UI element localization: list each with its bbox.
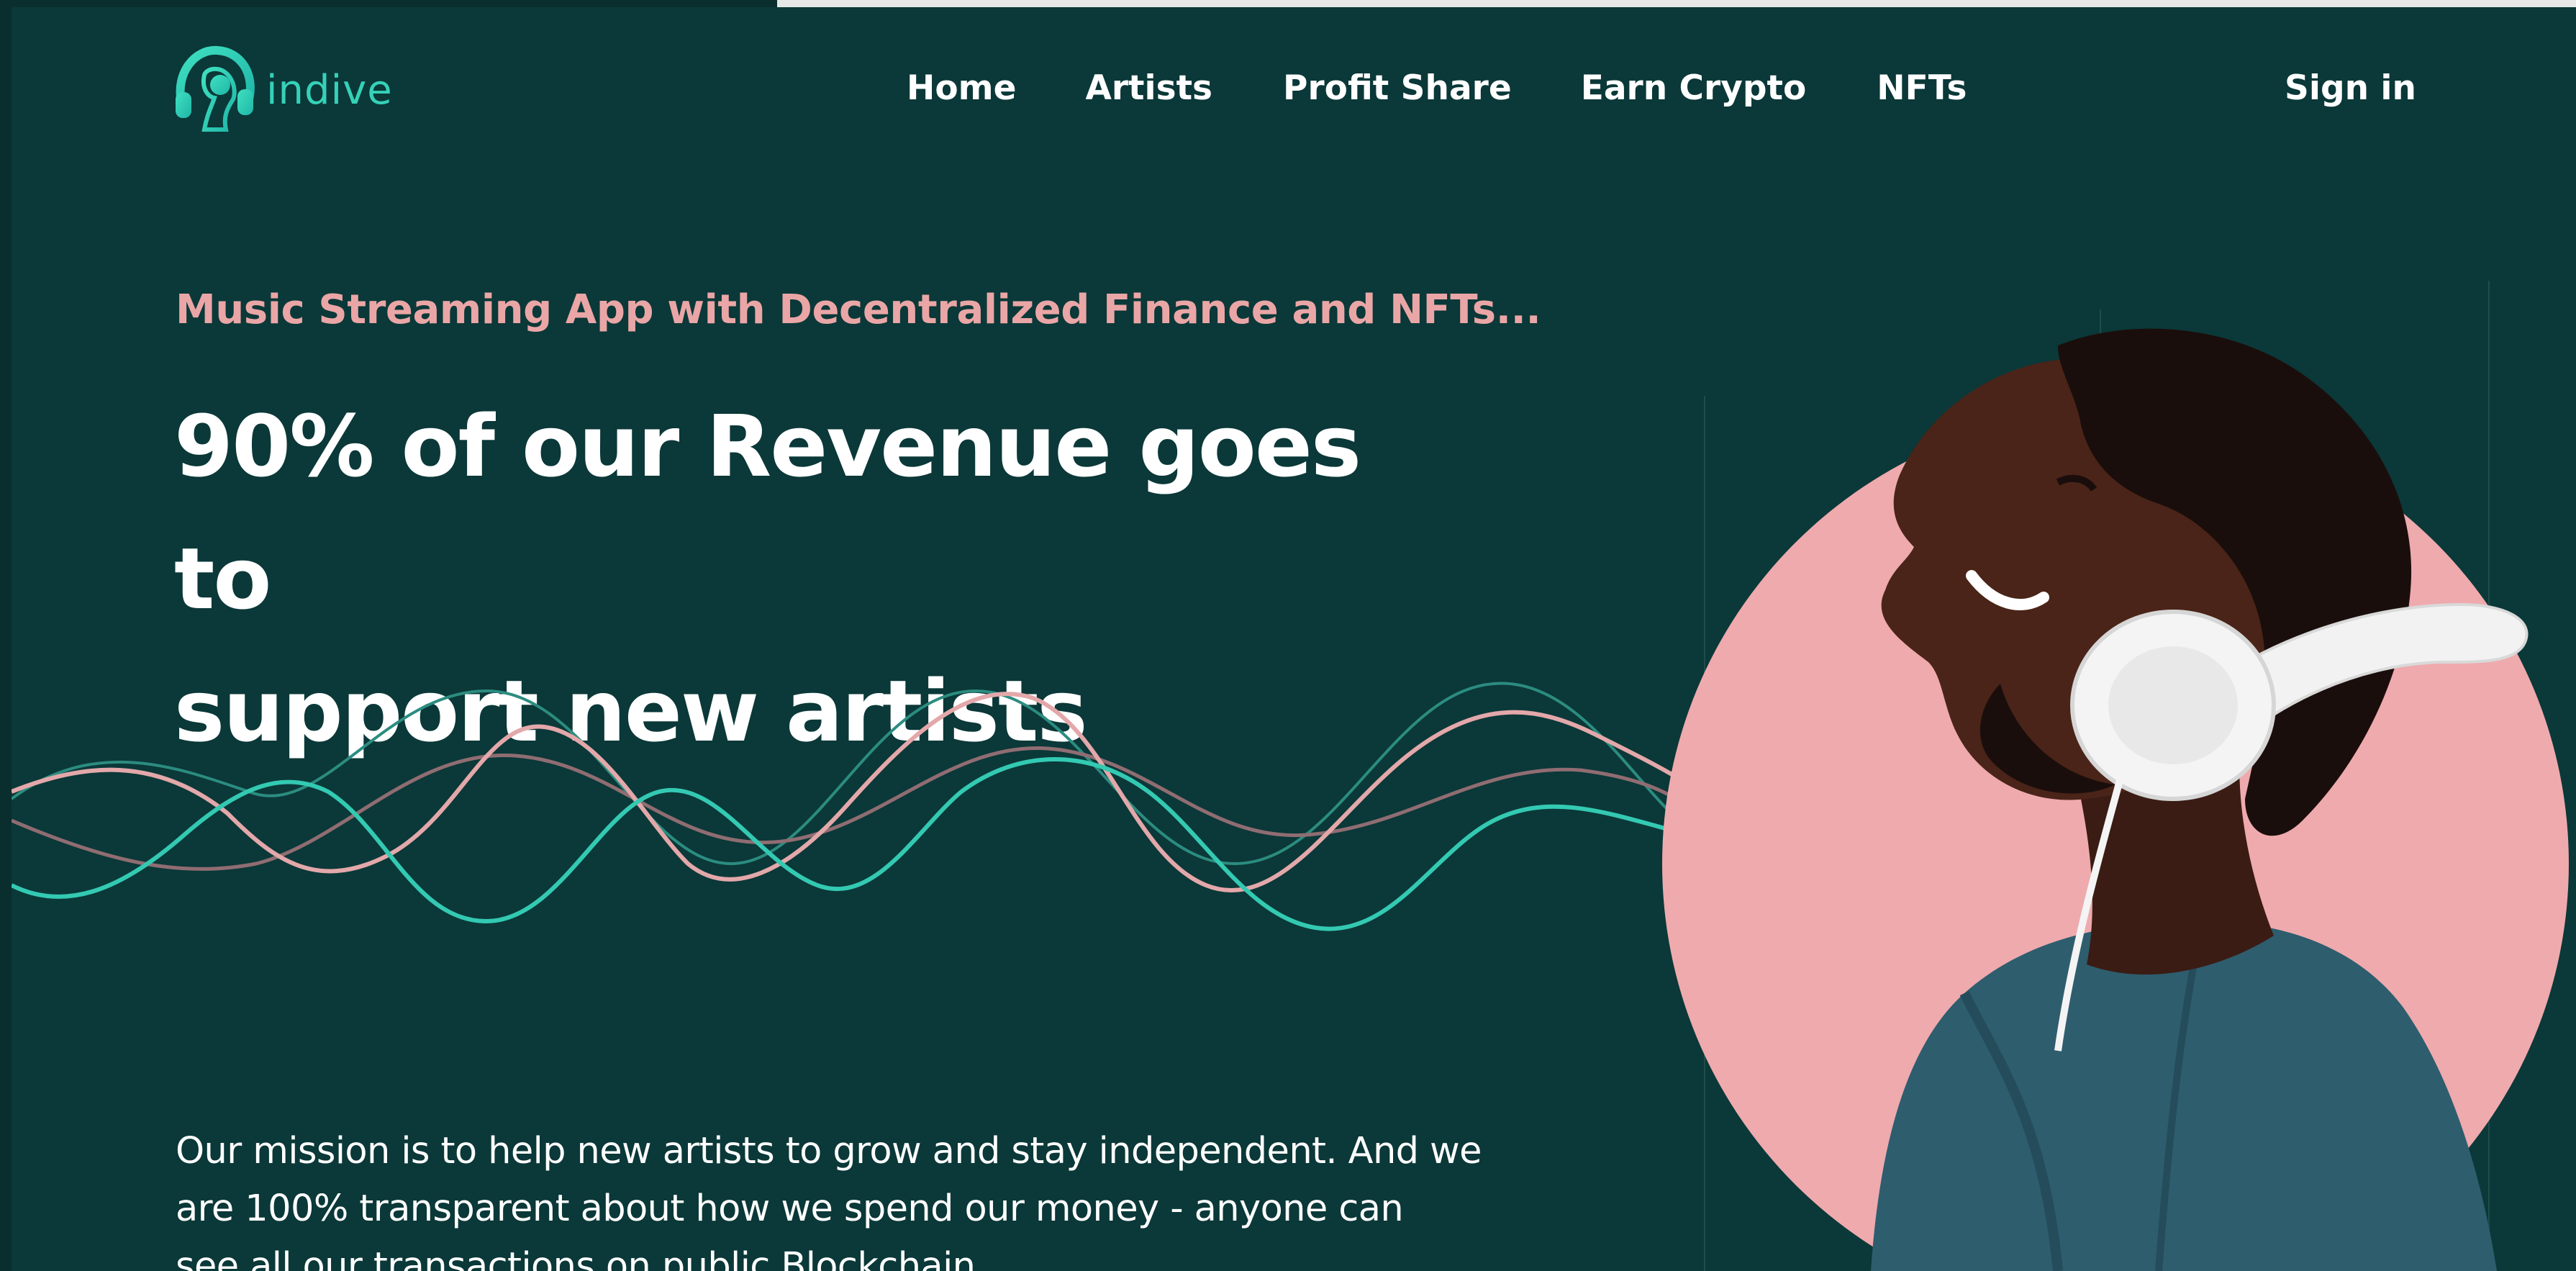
nav-item-artists[interactable]: Artists (1085, 65, 1212, 112)
mission-text: Our mission is to help new artists to gr… (176, 1123, 1543, 1271)
mission-line-2: are 100% transparent about how we spend … (176, 1188, 1404, 1230)
sound-wave-illustration (12, 682, 1688, 931)
headphones-person-logo-icon (176, 45, 255, 132)
wave-pink-faint (12, 746, 1688, 871)
headline-line-1: 90% of our Revenue goes to (174, 397, 1361, 628)
nav-item-home[interactable]: Home (907, 65, 1016, 112)
hero-tagline: Music Streaming App with Decentralized F… (176, 286, 1541, 333)
main-nav: Home Artists Profit Share Earn Crypto NF… (907, 65, 1967, 112)
nav-item-nfts[interactable]: NFTs (1877, 65, 1967, 112)
shirt (1871, 921, 2497, 1271)
sign-in-link[interactable]: Sign in (2285, 65, 2416, 112)
mission-line-1: Our mission is to help new artists to gr… (176, 1130, 1482, 1172)
mission-line-3: see all our transactions on public Block… (176, 1245, 976, 1271)
nav-item-profit-share[interactable]: Profit Share (1283, 65, 1512, 112)
brand-name: indive (266, 66, 393, 114)
wave-teal-faint (12, 682, 1688, 866)
window-left-edge (0, 0, 12, 1271)
browser-edge-dark (0, 0, 777, 7)
man-with-headphones-image (1871, 328, 2529, 1271)
nav-item-earn-crypto[interactable]: Earn Crypto (1581, 65, 1807, 112)
brand-logo[interactable]: indive (173, 45, 393, 135)
browser-edge-light (777, 0, 2576, 7)
